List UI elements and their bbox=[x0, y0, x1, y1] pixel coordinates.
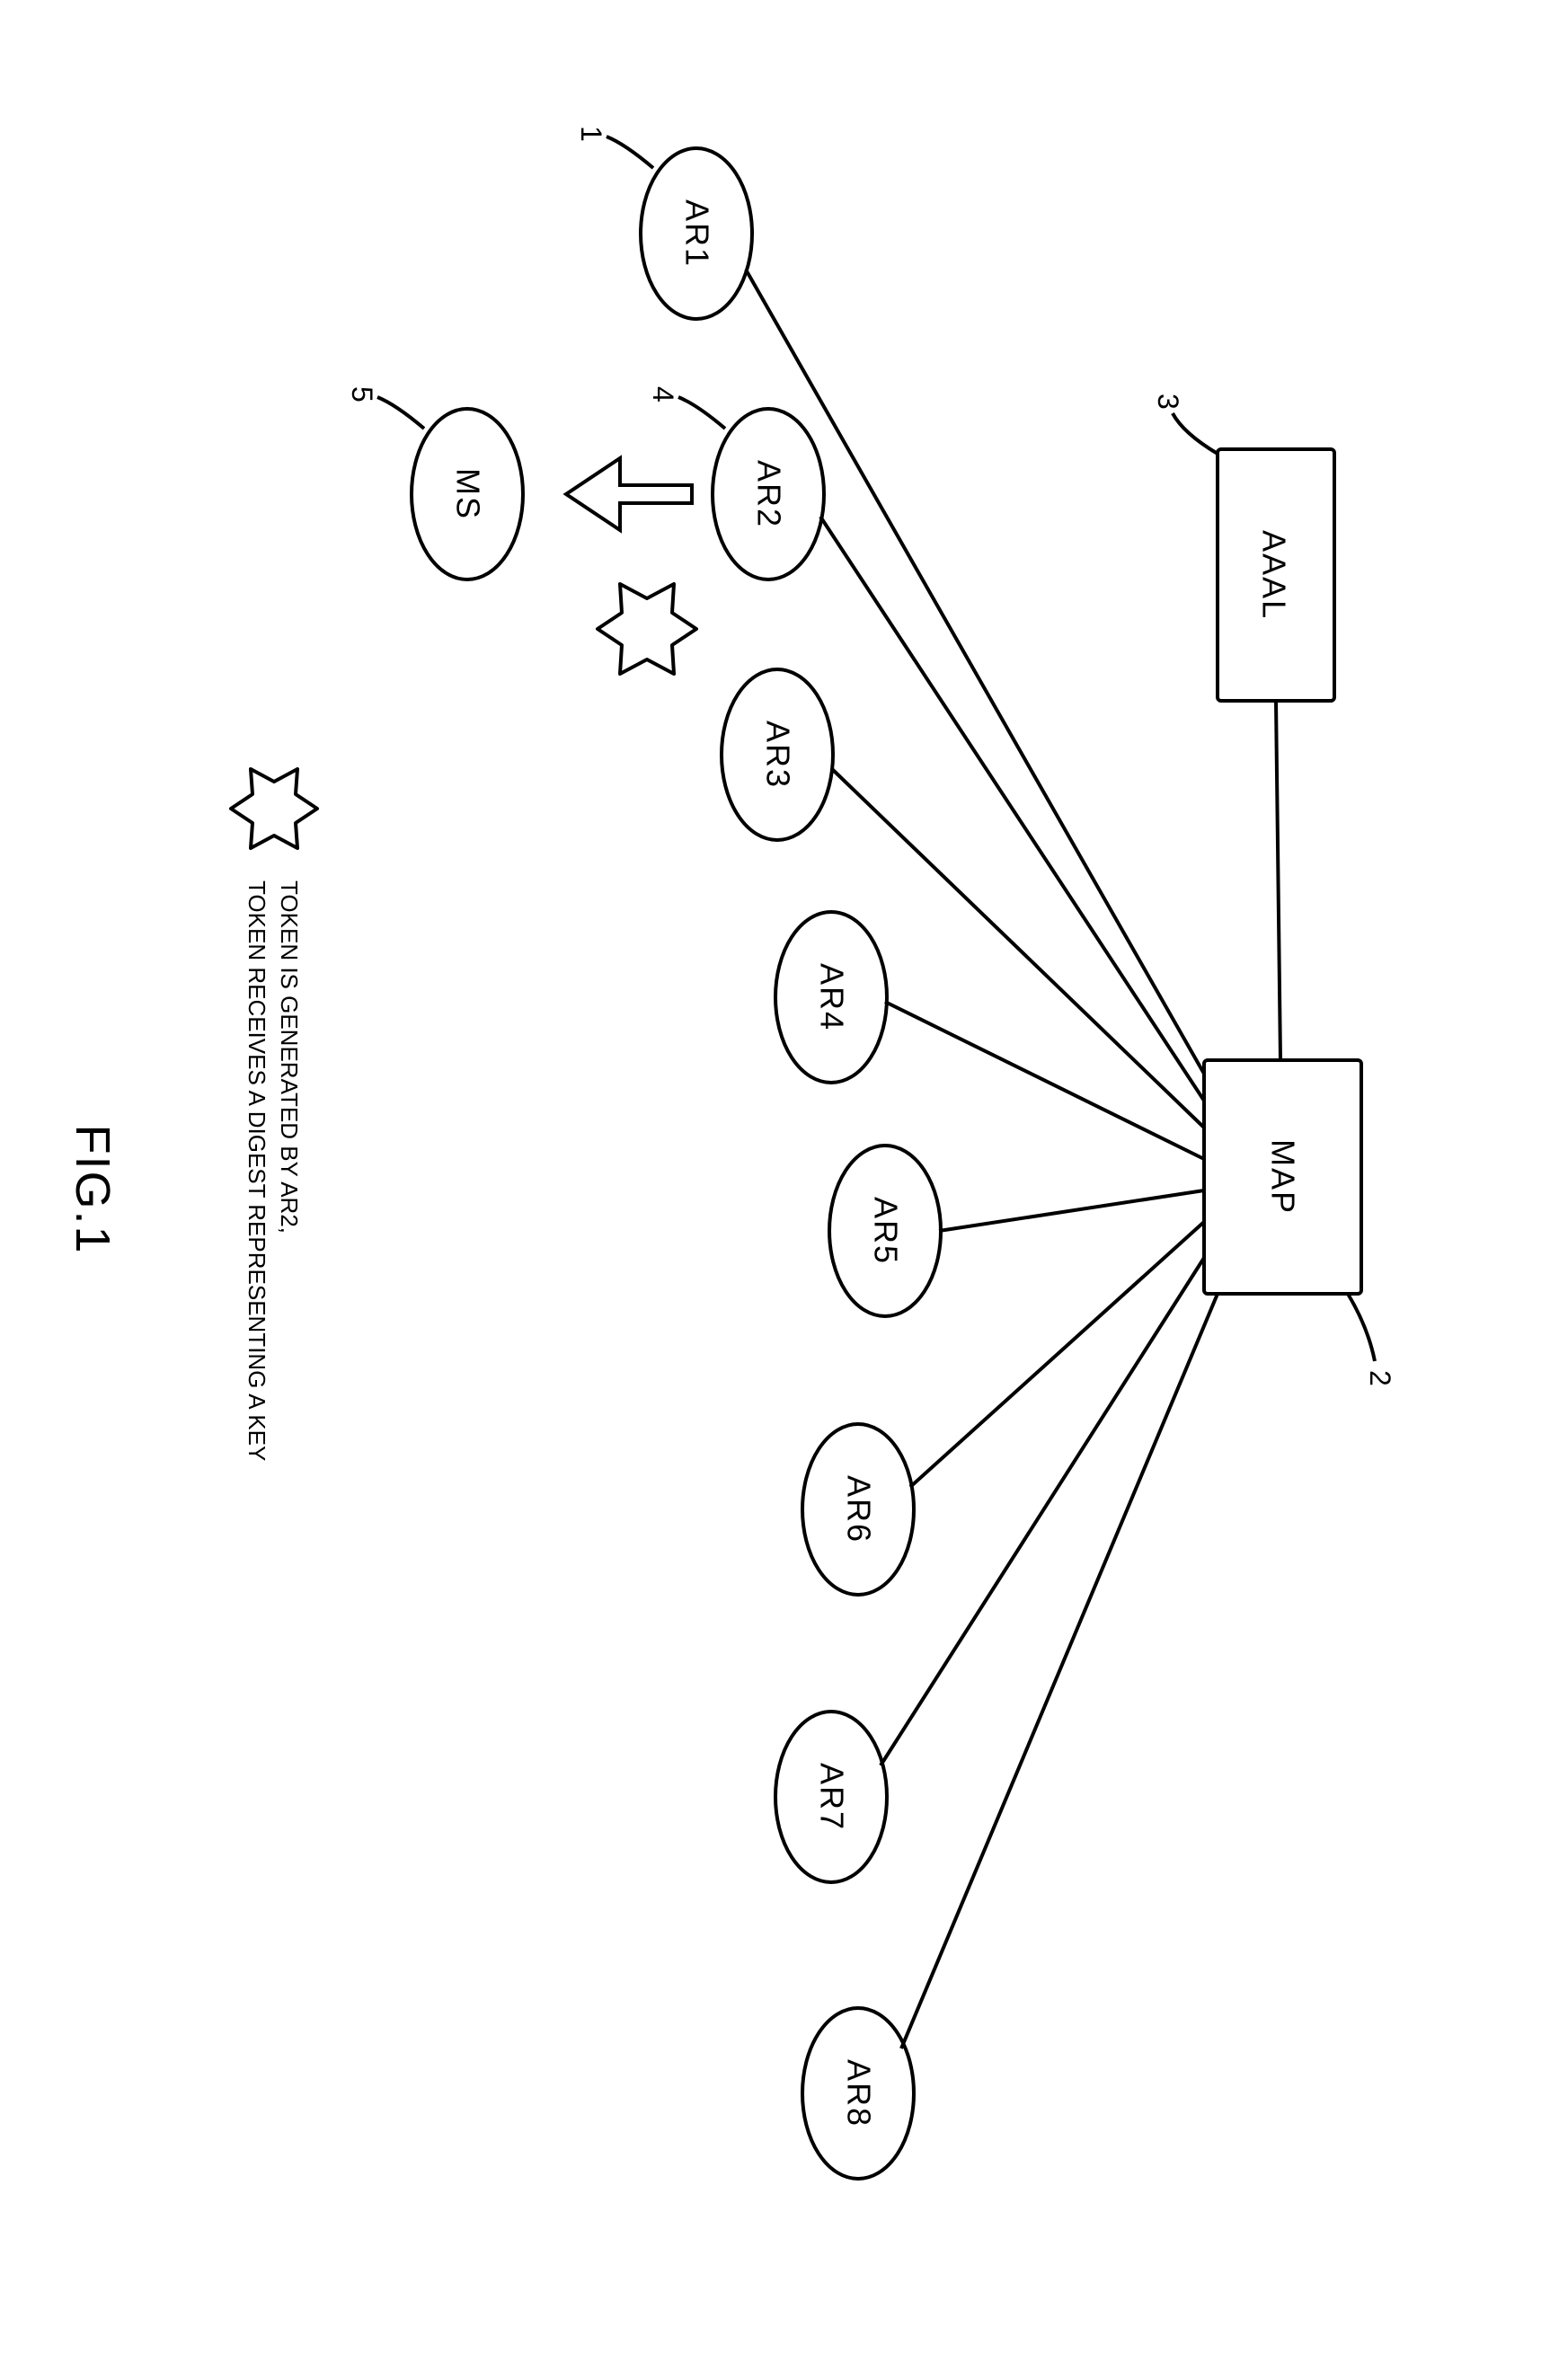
node-map: MAP bbox=[1204, 1060, 1361, 1294]
map-label: MAP bbox=[1264, 1139, 1301, 1215]
legend-burst-icon bbox=[231, 769, 317, 848]
node-ar6: AR6 bbox=[802, 1424, 914, 1595]
leader-line-2 bbox=[1348, 1294, 1375, 1361]
node-ar1: AR1 bbox=[641, 148, 752, 319]
edge-map-ar6 bbox=[910, 1222, 1204, 1487]
leader-3: 3 bbox=[1152, 394, 1184, 410]
ar2-label: AR2 bbox=[750, 460, 787, 528]
node-ar5: AR5 bbox=[829, 1146, 941, 1316]
edge-map-ar5 bbox=[939, 1190, 1204, 1231]
node-ar3: AR3 bbox=[722, 669, 833, 840]
ar5-label: AR5 bbox=[867, 1197, 904, 1265]
ar8-label: AR8 bbox=[840, 2059, 877, 2128]
leader-line-1 bbox=[607, 137, 653, 168]
leader-1: 1 bbox=[575, 126, 607, 142]
legend-line-1: TOKEN IS GENERATED BY AR2, bbox=[276, 880, 303, 1234]
node-ar8: AR8 bbox=[802, 2008, 914, 2179]
ar7-label: AR7 bbox=[813, 1763, 850, 1831]
aaal-label: AAAL bbox=[1255, 530, 1292, 620]
ar1-label: AR1 bbox=[678, 199, 715, 268]
figure-label: FIG.1 bbox=[66, 1124, 120, 1254]
arrow-ar2-to-ms bbox=[566, 458, 692, 530]
leader-2: 2 bbox=[1364, 1370, 1396, 1386]
leader-line-3 bbox=[1173, 413, 1218, 454]
ar3-label: AR3 bbox=[759, 721, 796, 789]
edge-map-ar7 bbox=[881, 1258, 1204, 1765]
leader-line-4 bbox=[678, 397, 725, 429]
ms-label: MS bbox=[449, 468, 486, 520]
leader-4: 4 bbox=[647, 386, 679, 403]
edge-aaal-map bbox=[1276, 701, 1280, 1060]
legend-line-2: TOKEN RECEIVES A DIGEST REPRESENTING A K… bbox=[244, 880, 270, 1461]
diagram-root: MAP 2 AAAL 3 AR1 1 AR2 4 bbox=[0, 0, 1550, 2380]
node-ms: MS bbox=[412, 409, 523, 580]
node-aaal: AAAL bbox=[1218, 449, 1334, 701]
leader-5: 5 bbox=[346, 386, 378, 403]
ar4-label: AR4 bbox=[813, 963, 850, 1031]
node-ar7: AR7 bbox=[775, 1712, 887, 1882]
node-ar2: AR2 bbox=[713, 409, 824, 580]
edge-map-ar3 bbox=[831, 768, 1204, 1128]
leader-line-5 bbox=[377, 397, 424, 429]
ar6-label: AR6 bbox=[840, 1475, 877, 1544]
token-burst-icon bbox=[598, 584, 696, 674]
edge-map-ar8 bbox=[901, 1294, 1218, 2048]
node-ar4: AR4 bbox=[775, 912, 887, 1083]
